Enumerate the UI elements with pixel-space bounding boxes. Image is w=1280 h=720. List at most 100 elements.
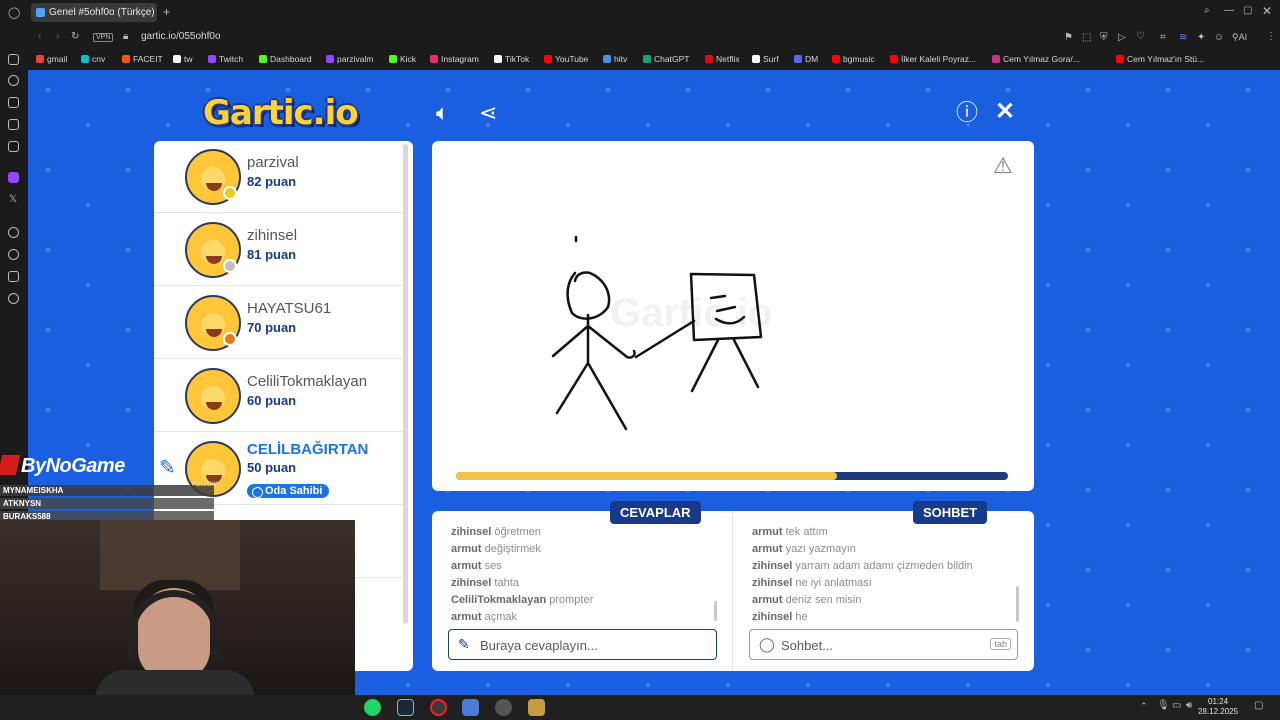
play-icon[interactable]: ▷ bbox=[1118, 32, 1126, 43]
notes-icon[interactable] bbox=[8, 119, 19, 130]
minimize-button[interactable]: — bbox=[1224, 5, 1234, 16]
bookmark-item[interactable]: TikTok bbox=[494, 54, 529, 64]
steam-icon[interactable] bbox=[397, 699, 414, 716]
history-icon[interactable] bbox=[8, 249, 19, 260]
ai-label: AI bbox=[1238, 32, 1248, 42]
url-field[interactable]: gartic.io/055ohf0o bbox=[141, 31, 221, 42]
x-icon[interactable]: 𝕏 bbox=[9, 194, 17, 205]
chat-title: SOHBET bbox=[913, 501, 988, 524]
answer-input[interactable]: ✎ Buraya cevaplayın... bbox=[448, 629, 717, 660]
browser-menu-icon[interactable]: ◯ bbox=[8, 6, 20, 19]
player-status-dot bbox=[223, 259, 237, 273]
close-icon[interactable]: ✕ bbox=[995, 100, 1015, 124]
bookmark-item[interactable]: parzivalm bbox=[326, 54, 373, 64]
lock-icon[interactable]: 🔒︎ bbox=[123, 31, 128, 42]
tab-key-hint: tab bbox=[990, 638, 1011, 650]
player-row[interactable]: parzival 82 puan bbox=[154, 141, 406, 213]
vpn-badge[interactable]: VPN bbox=[93, 33, 114, 42]
browser-tab[interactable]: Genel #5ohf0o (Türkçe) · bbox=[31, 3, 157, 22]
info-icon[interactable]: ⓘ bbox=[956, 102, 978, 124]
opera-icon[interactable] bbox=[430, 699, 447, 716]
new-tab-button[interactable]: + bbox=[163, 5, 170, 19]
twitch-icon[interactable] bbox=[8, 172, 19, 183]
refresh-icon[interactable] bbox=[8, 75, 19, 86]
puzzle-icon[interactable]: ✦ bbox=[1197, 32, 1205, 43]
bookmark-item[interactable]: Twitch bbox=[208, 54, 243, 64]
gartic-logo[interactable]: Gartic.io bbox=[203, 93, 359, 133]
chat-input[interactable]: ◯ Sohbet... tab bbox=[749, 629, 1018, 660]
bookmark-item[interactable]: YouTube bbox=[544, 54, 588, 64]
settings-icon[interactable] bbox=[8, 293, 19, 304]
search-icon[interactable]: ⌕ bbox=[1204, 5, 1210, 16]
bookmarks-bar: gmail cnv FACEIT tw Twitch Dashboard par… bbox=[0, 50, 1280, 70]
close-window-button[interactable]: ✕ bbox=[1262, 4, 1272, 18]
bookmark-item[interactable]: DM bbox=[794, 54, 818, 64]
answer-message: zihinsel tahta bbox=[451, 577, 519, 589]
bookmark-item[interactable]: Netflix bbox=[705, 54, 740, 64]
bookmark-item[interactable]: Cem Yılmaz'ın Stü... bbox=[1116, 54, 1204, 64]
bookmark-favicon-icon bbox=[173, 55, 181, 63]
player-row[interactable]: CeliliTokmaklayan 60 puan bbox=[154, 360, 406, 432]
bookmark-item[interactable]: Instagram bbox=[430, 54, 479, 64]
forward-icon[interactable]: › bbox=[56, 31, 59, 42]
screenshot-icon[interactable]: ⬚ bbox=[1082, 32, 1091, 43]
answers-panel: CEVAPLAR zihinsel öğretmen armut değişti… bbox=[432, 501, 732, 671]
chat-scrollbar[interactable] bbox=[1016, 586, 1019, 622]
chat-message: zihinsel yarram adam adamı çizmeden bild… bbox=[752, 560, 973, 572]
bookmark-item[interactable]: Dashboard bbox=[259, 54, 312, 64]
clock-date: 28.12.2025 bbox=[1198, 707, 1239, 716]
bookmark-item[interactable]: FACEIT bbox=[122, 54, 163, 64]
notifications-icon[interactable]: ▢ bbox=[1254, 700, 1263, 711]
sound-icon[interactable]: 🔈︎ bbox=[436, 102, 449, 124]
league-icon[interactable] bbox=[528, 699, 545, 716]
network-icon[interactable]: ▭ bbox=[1172, 700, 1181, 711]
mail-icon[interactable] bbox=[8, 141, 19, 152]
back-icon[interactable]: ‹ bbox=[38, 31, 41, 42]
extensions-icon[interactable] bbox=[8, 271, 19, 282]
player-status-dot bbox=[223, 186, 237, 200]
round-timer-fill bbox=[456, 472, 837, 480]
extension-icon[interactable]: ⌗ bbox=[1160, 32, 1166, 43]
follower-alert: MYNAMEISKHA bbox=[0, 485, 214, 496]
whatsapp-icon[interactable] bbox=[364, 699, 381, 716]
bookmark-icon[interactable]: ⚑ bbox=[1064, 32, 1073, 43]
bookmark-item[interactable]: ChatGPT bbox=[643, 54, 689, 64]
share-icon[interactable]: ⋖ bbox=[479, 102, 497, 124]
heart-icon[interactable]: ♡ bbox=[1136, 31, 1145, 42]
bookmark-item[interactable]: gmail bbox=[36, 54, 67, 64]
bookmark-item[interactable]: hitv bbox=[603, 54, 627, 64]
answer-message: armut açmak bbox=[451, 611, 518, 623]
bookmark-favicon-icon bbox=[603, 55, 611, 63]
ai-button[interactable]: ⚲AI bbox=[1232, 32, 1247, 43]
drawing-canvas[interactable]: Gartic.io ⚠ bbox=[432, 141, 1034, 491]
bookmark-item[interactable]: cnv bbox=[81, 54, 105, 64]
bookmark-item[interactable]: tw bbox=[173, 54, 193, 64]
bookmark-item[interactable]: Cem Yılmaz Gora/... bbox=[992, 54, 1080, 64]
maximize-button[interactable]: ▢ bbox=[1243, 5, 1252, 16]
players-scrollbar[interactable] bbox=[403, 144, 408, 624]
reload-icon[interactable]: ↻ bbox=[71, 31, 79, 42]
messenger-icon[interactable] bbox=[8, 54, 19, 65]
taskbar-clock[interactable]: 01:24 28.12.2025 bbox=[1198, 697, 1238, 717]
stream-overlay: ByNoGame MYNAMEISKHA ATKNYSN BURAKS588 F… bbox=[0, 455, 217, 525]
shield-icon[interactable]: ⛨ bbox=[1100, 32, 1108, 43]
player-row[interactable]: HAYATSU61 70 puan bbox=[154, 287, 406, 359]
play-circle-icon[interactable] bbox=[8, 227, 19, 238]
volume-icon[interactable]: 🔊︎ bbox=[1186, 700, 1192, 711]
valorant-icon[interactable] bbox=[462, 699, 479, 716]
answer-message: zihinsel öğretmen bbox=[451, 526, 541, 538]
answers-scrollbar[interactable] bbox=[714, 601, 717, 621]
audio-icon[interactable]: ≋ bbox=[1179, 32, 1187, 43]
more-menu-icon[interactable]: ⋮ bbox=[1266, 31, 1276, 42]
bookmark-item[interactable]: İlker Kaleli Poyraz... bbox=[890, 54, 976, 64]
bookmark-favicon-icon bbox=[705, 55, 713, 63]
bookmark-item[interactable]: bgmusic bbox=[832, 54, 875, 64]
bookmark-item[interactable]: Surf bbox=[752, 54, 779, 64]
bookmark-item[interactable]: Kick bbox=[389, 54, 416, 64]
player-row[interactable]: zihinsel 81 puan bbox=[154, 214, 406, 286]
tray-chevron-icon[interactable]: ⌃ bbox=[1140, 701, 1148, 712]
obs-icon[interactable] bbox=[495, 699, 512, 716]
profile-icon[interactable]: ☺ bbox=[1214, 32, 1224, 43]
mic-icon[interactable]: 🎙︎ bbox=[1157, 700, 1170, 711]
wallet-icon[interactable] bbox=[8, 97, 19, 108]
